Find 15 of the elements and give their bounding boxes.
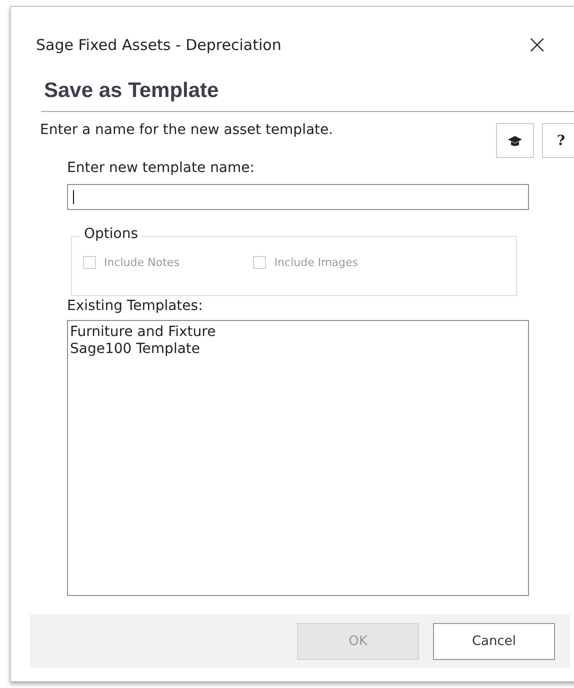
- graduation-cap-icon: [508, 134, 522, 146]
- template-name-field[interactable]: [67, 184, 529, 210]
- description-text: Enter a name for the new asset template.: [40, 122, 334, 138]
- help-button[interactable]: ?: [542, 123, 574, 158]
- list-item[interactable]: Furniture and Fixture: [70, 324, 526, 341]
- close-button[interactable]: ×: [522, 32, 552, 58]
- tutorial-button[interactable]: [496, 123, 534, 158]
- options-legend: Options: [80, 226, 142, 242]
- list-item[interactable]: Sage100 Template: [70, 341, 526, 358]
- field-label: Enter new template name:: [67, 160, 256, 176]
- list-label: Existing Templates:: [67, 298, 204, 314]
- cancel-button[interactable]: Cancel: [433, 622, 555, 660]
- dialog-heading: Save as Template: [41, 79, 574, 112]
- templates-list[interactable]: Furniture and Fixture Sage100 Template: [67, 320, 529, 596]
- window-title: Sage Fixed Assets - Depreciation: [36, 36, 282, 54]
